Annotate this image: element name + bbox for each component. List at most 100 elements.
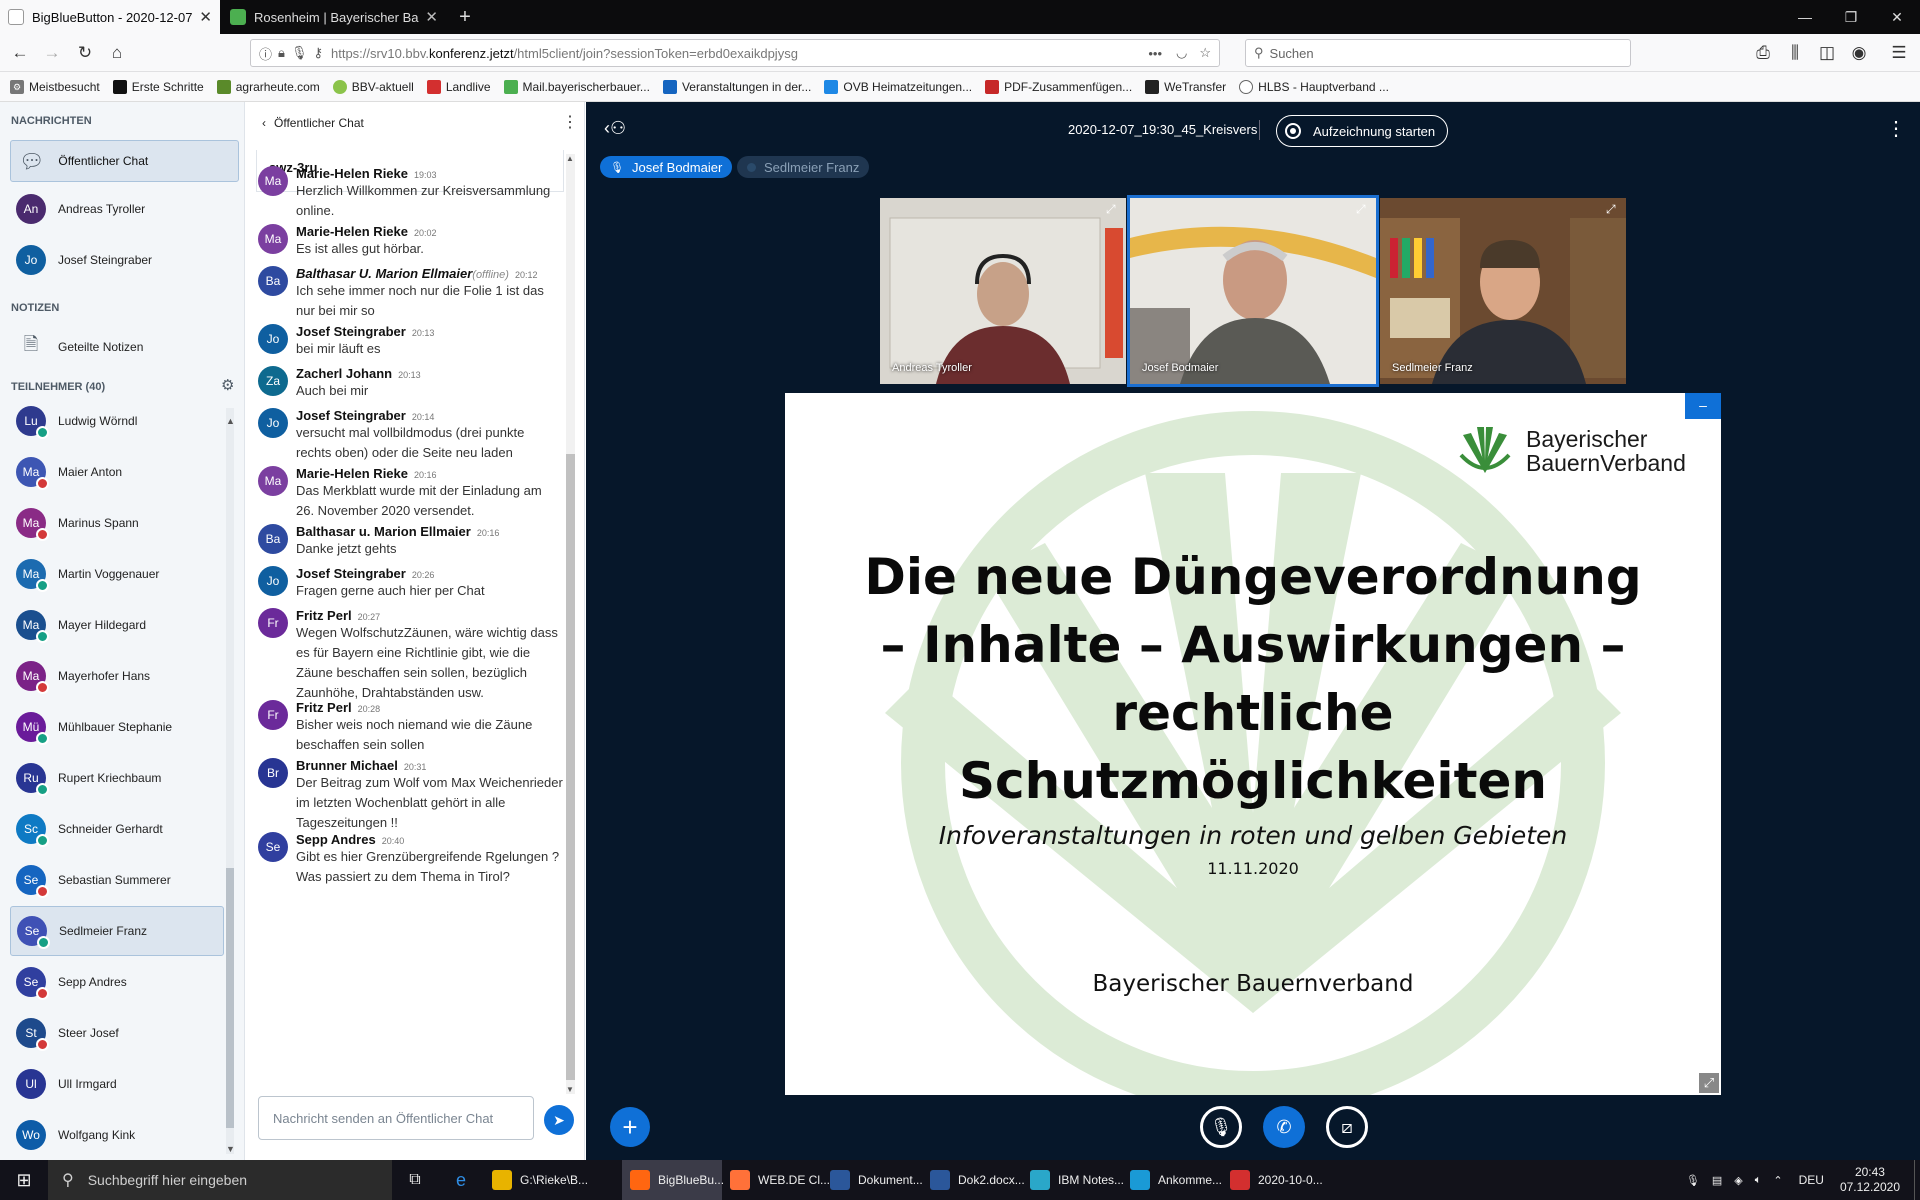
user-list-toggle-icon[interactable]: ‹⚇ [604,118,626,139]
options-menu-icon[interactable]: ⋮ [1886,116,1906,141]
participant-item[interactable]: Ma Martin Voggenauer [10,549,224,599]
chat-message-input[interactable]: Nachricht senden an Öffentlicher Chat [258,1096,534,1140]
scroll-thumb[interactable] [226,868,234,1128]
forward-arrow-icon[interactable]: → [37,38,67,68]
clock[interactable]: 20:43 07.12.2020 [1840,1165,1900,1195]
mic-tray-icon[interactable]: 🎙︎ [1686,1174,1700,1187]
key-icon[interactable]: ⚷ [313,45,323,61]
taskbar-app[interactable]: 2020-10-0... [1222,1160,1323,1200]
participant-item[interactable]: Ma Marinus Spann [10,498,224,548]
taskbar-app[interactable]: Dokument... [822,1160,923,1200]
scroll-thumb[interactable] [566,454,575,1080]
settings-gear-icon[interactable]: ⚙ [221,376,234,394]
bookmark-item[interactable]: BBV-aktuell [332,79,414,94]
tab-rosenheim[interactable]: Rosenheim | Bayerischer Bauern ✕ [222,0,446,34]
windows-start-icon[interactable]: ⊞ [0,1160,48,1200]
taskbar-search-box[interactable]: ⚲ Suchbegriff hier eingeben [48,1160,392,1200]
library-icon[interactable]: ⫼ [1780,38,1810,68]
print-icon[interactable]: ⎙ [1748,38,1778,68]
info-icon[interactable]: ⓘ [259,44,272,63]
edge-icon[interactable]: e [438,1160,484,1200]
home-icon[interactable]: ⌂ [102,38,132,68]
chat-scrollbar[interactable]: ▲ ▼ [566,154,575,1094]
participants-scrollbar[interactable]: ▲ ▼ [226,408,235,1154]
account-icon[interactable]: ◉ [1844,38,1874,68]
participant-item[interactable]: Ma Mayer Hildegard [10,600,224,650]
video-tile[interactable]: Sedlmeier Franz ⤢ [1380,198,1626,384]
scroll-down-icon[interactable]: ▼ [566,1085,574,1094]
participant-item[interactable]: Ul Ull Irmgard [10,1059,224,1109]
reload-icon[interactable]: ↻ [70,38,100,68]
url-bar[interactable]: ⓘ 🔒︎ 🎙︎ ⚷ https://srv10.bbv. konferenz.je… [250,39,1220,67]
participant-item[interactable]: St Steer Josef [10,1008,224,1058]
restore-icon[interactable]: ❐ [1828,0,1874,34]
participant-item[interactable]: Ma Mayerhofer Hans [10,651,224,701]
bookmark-item[interactable]: Mail.bayerischerbauer... [503,79,650,94]
participant-item[interactable]: Se Sebastian Summerer [10,855,224,905]
fullscreen-icon[interactable]: ⤢ [1106,202,1116,217]
input-language[interactable]: DEU [1799,1173,1824,1187]
tray-icon[interactable]: ▤ [1712,1174,1722,1187]
bookmark-star-icon[interactable]: ☆ [1199,45,1211,61]
new-tab-button[interactable]: + [452,4,478,30]
chat-back-button[interactable]: ‹ Öffentlicher Chat [262,116,364,130]
minimize-presentation-button[interactable]: – [1685,393,1721,419]
taskbar-app[interactable]: G:\Rieke\B... [484,1160,622,1200]
bookmark-item[interactable]: Erste Schritte [112,79,204,94]
share-webcam-button[interactable]: ⧄ [1326,1106,1368,1148]
taskbar-app[interactable]: WEB.DE Cl... [722,1160,830,1200]
scroll-up-icon[interactable]: ▲ [566,154,574,163]
presentation-slide[interactable]: Bayerischer BauernVerband Die neue Dünge… [785,393,1721,1095]
close-tab-icon[interactable]: ✕ [419,8,438,26]
mic-permission-icon[interactable]: 🎙︎ [291,45,308,61]
mute-button[interactable]: 🎙︎ [1200,1106,1242,1148]
pocket-icon[interactable]: ◡ [1176,45,1187,61]
talker-badge[interactable]: Sedlmeier Franz [737,156,870,178]
bookmark-item[interactable]: HLBS - Hauptverband ... [1239,79,1389,94]
task-view-icon[interactable]: ⧉ [392,1160,438,1200]
back-arrow-icon[interactable]: ← [5,38,35,68]
participant-item[interactable]: Se Sedlmeier Franz [10,906,224,956]
bookmark-item[interactable]: PDF-Zusammenfügen... [985,79,1132,94]
fullscreen-icon[interactable]: ⤢ [1606,202,1616,217]
search-field[interactable]: ⚲ Suchen [1245,39,1631,67]
bookmark-item[interactable]: ⚙ Meistbesucht [10,79,100,94]
scroll-down-icon[interactable]: ▼ [226,1144,235,1154]
video-tile[interactable]: Josef Bodmaier ⤢ [1127,195,1379,387]
talker-badge[interactable]: 🎙︎ Josef Bodmaier [600,156,733,178]
send-message-button[interactable]: ➤ [544,1105,574,1135]
actions-plus-button[interactable]: + [610,1107,650,1147]
page-actions-icon[interactable]: ••• [1148,46,1162,61]
participant-item[interactable]: Ru Rupert Kriechbaum [10,753,224,803]
fullscreen-presentation-icon[interactable]: ⤢ [1699,1073,1719,1093]
sidebar-toggle-icon[interactable]: ◫ [1812,38,1842,68]
bookmark-item[interactable]: agrarheute.com [216,79,320,94]
taskbar-app[interactable]: IBM Notes... [1022,1160,1124,1200]
chat-options-icon[interactable]: ⋮ [562,112,578,132]
participant-item[interactable]: Se Sepp Andres [10,957,224,1007]
minimize-icon[interactable]: — [1782,0,1828,34]
show-desktop-button[interactable] [1914,1160,1920,1200]
bookmark-item[interactable]: Landlive [426,79,491,94]
bookmark-item[interactable]: OVB Heimatzeitungen... [824,79,972,94]
participant-item[interactable]: Lu Ludwig Wörndl [10,404,224,446]
tab-bigbluebutton[interactable]: BigBlueButton - 2020-12-07 ✕ [0,0,220,34]
network-icon[interactable]: ◈ [1734,1174,1742,1187]
shared-notes-item[interactable]: 🗎 Geteilte Notizen [10,322,224,372]
start-recording-button[interactable]: Aufzeichnung starten [1276,115,1449,147]
video-tile[interactable]: Andreas Tyroller ⤢ [880,198,1126,384]
participant-item[interactable]: Ma Maier Anton [10,447,224,497]
private-chat-item[interactable]: An Andreas Tyroller [10,184,224,234]
private-chat-item[interactable]: Jo Josef Steingraber [10,235,224,285]
public-chat-item[interactable]: 💬︎ Öffentlicher Chat [10,140,239,182]
fullscreen-icon[interactable]: ⤢ [1356,202,1366,217]
scroll-up-icon[interactable]: ▲ [226,416,235,426]
volume-icon[interactable]: 🔈︎ [1755,1174,1762,1187]
bookmark-item[interactable]: WeTransfer [1145,79,1226,94]
participant-item[interactable]: Wo Wolfgang Kink [10,1110,224,1160]
taskbar-app[interactable]: Ankomme... [1122,1160,1222,1200]
menu-icon[interactable]: ☰ [1884,38,1914,68]
tray-overflow-icon[interactable]: ⌃ [1773,1174,1782,1187]
taskbar-app[interactable]: BigBlueBu... [622,1160,724,1200]
window-close-icon[interactable]: ✕ [1874,0,1920,34]
